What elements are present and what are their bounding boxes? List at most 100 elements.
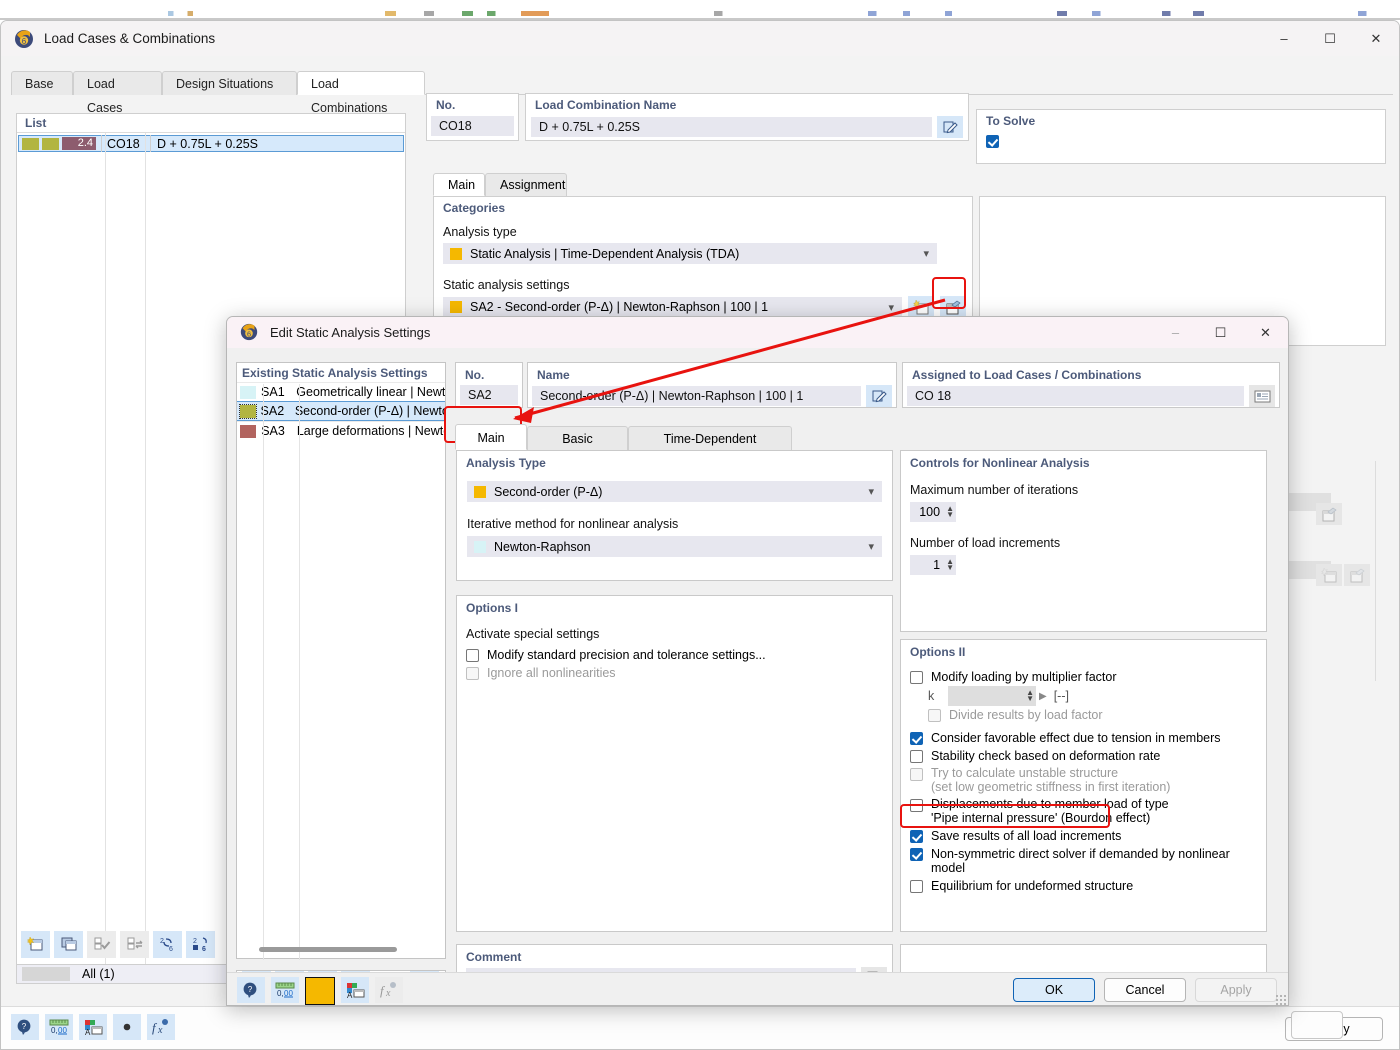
occluded-edit-icon-1[interactable] [1316,503,1342,525]
ignore-nonlinearities-row: Ignore all nonlinearities [466,666,892,680]
dialog-help-icon[interactable]: ? [237,977,265,1003]
occluded-cancel-button[interactable] [1291,1011,1343,1039]
analysis-type-group: Analysis Type Second-order (P-Δ) ▾ Itera… [456,450,893,581]
svg-text:A: A [85,1028,91,1036]
ok-button[interactable]: OK [1013,978,1095,1002]
dialog-maximize-button[interactable]: ☐ [1198,317,1243,348]
sa2-color-swatch [240,405,256,418]
formula-icon[interactable]: fx [147,1014,175,1040]
save-results-row[interactable]: Save results of all load increments [910,829,1266,843]
subtab-main[interactable]: Main [433,173,485,196]
background-toolbar-icons [0,11,1400,16]
occluded-edit-icon-2[interactable] [1344,564,1370,586]
save-results-checkbox[interactable] [910,830,923,843]
color-swatch-button[interactable] [305,977,335,1005]
equilibrium-checkbox[interactable] [910,880,923,893]
maximize-button[interactable]: ☐ [1307,21,1353,56]
stepper-arrows-icon[interactable]: ▲▼ [946,506,954,518]
analysis-type-combo[interactable]: Static Analysis | Time-Dependent Analysi… [443,243,937,264]
analysis-type-value: Static Analysis | Time-Dependent Analysi… [470,247,739,261]
dialog-graphics-settings-icon[interactable]: A [341,977,369,1003]
iterative-method-combo[interactable]: Newton-Raphson ▾ [467,536,882,557]
load-increments-stepper[interactable]: 1 ▲▼ [910,555,956,575]
select-all-icon[interactable] [87,931,116,958]
controls-nonlinear-group: Controls for Nonlinear Analysis Maximum … [900,450,1267,632]
copy-item-icon[interactable] [54,931,83,958]
modify-precision-checkbox[interactable] [466,649,479,662]
stability-check-row[interactable]: Stability check based on deformation rat… [910,749,1266,763]
dialog-analysis-type-value: Second-order (P-Δ) [494,485,602,499]
to-solve-label: To Solve [977,110,1385,128]
sa3-number: SA3 [256,424,292,438]
cancel-button[interactable]: Cancel [1104,978,1186,1002]
tab-design-situations[interactable]: Design Situations [162,71,297,95]
edit-static-settings-icon[interactable] [940,296,966,318]
stability-check-checkbox[interactable] [910,750,923,763]
list-item-selected[interactable]: SA2 Second-order (P-Δ) | Newton-R [237,401,445,421]
max-iterations-stepper[interactable]: 100 ▲▼ [910,502,956,522]
favorable-effect-checkbox[interactable] [910,732,923,745]
occluded-new-icon-2[interactable] [1316,564,1342,586]
new-static-settings-icon[interactable] [908,296,934,318]
stepper-arrows-icon-2[interactable]: ▲▼ [946,559,954,571]
dialog-name-input[interactable]: Second-order (P-Δ) | Newton-Raphson | 10… [532,386,861,406]
chevron-down-icon-2: ▾ [888,301,894,314]
sort-icon[interactable]: 26 [186,931,215,958]
units-icon[interactable]: 0,00 [45,1014,73,1040]
resize-grip[interactable] [1275,994,1287,1006]
svg-text:?: ? [248,985,253,994]
divide-results-row: Divide results by load factor [928,708,1266,722]
subtab-assignment[interactable]: Assignment [485,173,567,196]
sa2-text: Second-order (P-Δ) | Newton-R [290,404,445,418]
static-settings-combo[interactable]: SA2 - Second-order (P-Δ) | Newton-Raphso… [443,297,902,318]
modify-precision-row[interactable]: Modify standard precision and tolerance … [466,648,892,662]
iterative-method-label: Iterative method for nonlinear analysis [467,517,892,531]
renumber-icon[interactable]: 26 [153,931,182,958]
help-icon[interactable]: ? [11,1014,39,1040]
dialog-tab-time-dependent[interactable]: Time-Dependent Analysis [628,426,792,450]
list-item[interactable]: SA1 Geometrically linear | Newton- [237,382,445,401]
bourdon-effect-row[interactable]: Displacements due to member load of type… [910,798,1266,825]
categories-label: Categories [434,197,972,215]
sa1-number: SA1 [256,385,291,399]
close-button[interactable]: ✕ [1353,21,1399,56]
assigned-to-picker-icon[interactable] [1249,385,1275,407]
main-window-title: Load Cases & Combinations [44,31,215,46]
new-item-icon[interactable] [21,931,50,958]
equilibrium-row[interactable]: Equilibrium for undeformed structure [910,879,1266,893]
existing-rule-2 [299,384,300,960]
horizontal-scrollbar[interactable] [259,947,397,952]
main-window-buttons: – ☐ ✕ [1261,21,1399,56]
minimize-button[interactable]: – [1261,21,1307,56]
tab-load-combinations[interactable]: Load Combinations [297,71,425,95]
dialog-analysis-type-combo[interactable]: Second-order (P-Δ) ▾ [467,481,882,502]
existing-settings-header: Existing Static Analysis Settings [237,363,445,382]
modify-loading-row[interactable]: Modify loading by multiplier factor [910,670,1266,684]
to-solve-checkbox[interactable] [986,135,999,148]
unstable-structure-label: Try to calculate unstable structure (set… [931,767,1170,794]
bourdon-effect-checkbox[interactable] [910,799,923,812]
dialog-tab-basic-settings[interactable]: Basic Settings [527,426,628,450]
tab-base[interactable]: Base [11,71,73,95]
svg-text:0,: 0, [51,1026,58,1035]
static-settings-color-swatch [450,301,462,313]
dialog-tab-main[interactable]: Main [455,424,527,450]
nonsymmetric-solver-row[interactable]: Non-symmetric direct solver if demanded … [910,847,1266,875]
modify-loading-checkbox[interactable] [910,671,923,684]
comment-label: Comment [457,945,892,964]
dialog-name-label: Name [528,363,896,382]
list-item-3[interactable]: SA3 Large deformations | Newton- [237,421,445,440]
nonsymmetric-solver-checkbox[interactable] [910,848,923,861]
dialog-close-button[interactable]: ✕ [1243,317,1288,348]
favorable-effect-row[interactable]: Consider favorable effect due to tension… [910,731,1266,745]
tab-load-cases[interactable]: Load Cases [73,71,162,95]
save-results-label: Save results of all load increments [931,829,1121,843]
dot-icon[interactable] [113,1014,141,1040]
graphics-settings-icon[interactable]: A [79,1014,107,1040]
load-combination-name-input[interactable]: D + 0.75L + 0.25S [531,117,932,137]
edit-name-icon[interactable] [937,116,963,138]
dialog-minimize-button[interactable]: – [1153,317,1198,348]
dialog-edit-name-icon[interactable] [866,385,892,407]
invert-selection-icon[interactable] [120,931,149,958]
dialog-units-icon[interactable]: 0,00 [271,977,299,1003]
